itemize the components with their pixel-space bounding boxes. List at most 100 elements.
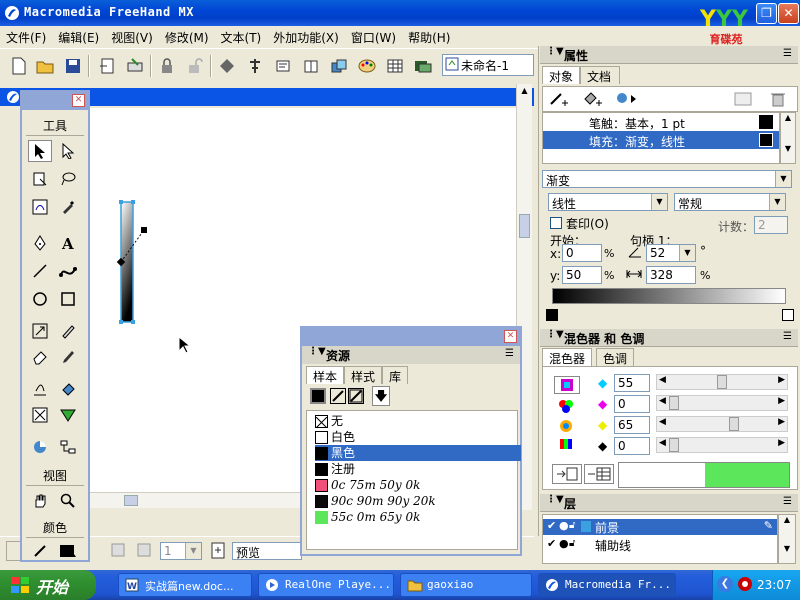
mixer-panel-header[interactable]: ⋮▼ 混色器 和 色调 ☰ <box>540 329 798 347</box>
angle-select[interactable]: 52 ▼ <box>646 244 696 262</box>
panel-collapse-icon[interactable]: ⋮▼ <box>546 46 564 57</box>
brush-tool-icon[interactable] <box>56 346 80 368</box>
scroll-thumb[interactable] <box>519 214 530 238</box>
new-document-icon[interactable] <box>8 55 30 77</box>
layer-color-chip[interactable] <box>581 521 591 532</box>
scroll-up-icon[interactable]: ▲ <box>781 113 795 122</box>
count-field[interactable]: 2 <box>754 216 788 234</box>
add-effect-icon[interactable] <box>615 91 639 110</box>
blend-tool-icon[interactable] <box>28 378 52 400</box>
start-button[interactable]: 开始 <box>0 570 96 600</box>
magenta-field[interactable]: 0 <box>614 395 650 413</box>
cmyk-mode-icon[interactable] <box>554 376 580 394</box>
scale-tool-icon[interactable] <box>28 320 52 342</box>
properties-panel-header[interactable]: ⋮▼ 属性 ☰ <box>540 46 798 64</box>
layer-visible-icon[interactable]: ✔ <box>547 519 556 532</box>
eraser-tool-icon[interactable] <box>28 346 52 368</box>
menu-view[interactable]: 视图(V) <box>105 26 159 46</box>
stroke-color-chip[interactable] <box>759 115 773 129</box>
menu-help[interactable]: 帮助(H) <box>402 26 456 46</box>
bezigon-tool-icon[interactable] <box>56 260 80 282</box>
panel-collapse-icon[interactable]: ⋮▼ <box>546 329 564 340</box>
add-to-table-icon[interactable] <box>584 464 614 484</box>
trash-icon[interactable] <box>769 91 787 110</box>
cyan-slider[interactable]: ◀ ▶ <box>656 374 788 390</box>
stack-icon[interactable] <box>412 55 434 77</box>
fill-type-select[interactable]: 渐变 ▼ <box>542 170 792 188</box>
add-stroke-icon[interactable] <box>549 91 571 110</box>
start-y-field[interactable]: 50 <box>562 266 602 284</box>
document-selector[interactable]: 未命名-1 <box>442 54 534 76</box>
overprint-checkbox[interactable] <box>550 217 562 229</box>
scroll-up-icon[interactable]: ▲ <box>518 86 531 98</box>
duplicate-attribute-icon[interactable] <box>733 91 755 110</box>
eyedropper-tool-icon[interactable] <box>56 196 80 218</box>
system-picker-icon[interactable] <box>554 436 580 454</box>
pointer-tool-icon[interactable] <box>28 140 52 162</box>
hand-tool-icon[interactable] <box>28 490 52 512</box>
menu-xtras[interactable]: 外加功能(X) <box>267 26 345 46</box>
text-editor-icon[interactable] <box>272 55 294 77</box>
add-page-icon[interactable] <box>210 542 226 563</box>
import-icon[interactable] <box>96 55 118 77</box>
taskbar-item-realone[interactable]: RealOne Playe... <box>258 573 394 597</box>
menu-edit[interactable]: 编辑(E) <box>52 26 105 46</box>
perspective-tool-icon[interactable] <box>56 404 80 426</box>
cyan-field[interactable]: 55 <box>614 374 650 392</box>
pen-tool-icon[interactable] <box>28 232 52 254</box>
trace-tool-icon[interactable] <box>28 196 52 218</box>
menu-window[interactable]: 窗口(W) <box>345 26 402 46</box>
line-tool-icon[interactable] <box>28 260 52 282</box>
swatch-arrow-icon[interactable]: 🡇 <box>372 386 390 406</box>
menu-modify[interactable]: 修改(M) <box>159 26 215 46</box>
tools-close-icon[interactable]: ✕ <box>72 94 85 107</box>
scroll-down-icon[interactable]: ▼ <box>779 544 795 553</box>
page-prev-icon[interactable] <box>110 542 126 561</box>
gradient-end-stop[interactable] <box>782 309 794 321</box>
lasso-tool-icon[interactable] <box>56 168 80 190</box>
panel-options-icon[interactable]: ☰ <box>783 48 792 59</box>
table-grid-icon[interactable] <box>384 55 406 77</box>
layer-view-icon[interactable]: ● <box>559 537 569 550</box>
export-icon[interactable] <box>124 55 146 77</box>
panel-collapse-icon[interactable]: ⋮▼ <box>308 346 326 357</box>
unlock-icon[interactable] <box>184 55 206 77</box>
rectangle-tool-icon[interactable] <box>56 288 80 310</box>
page-next-icon[interactable] <box>136 542 152 561</box>
ellipse-tool-icon[interactable] <box>28 288 52 310</box>
tray-expand-icon[interactable]: ❮ <box>717 576 733 592</box>
zoom-tool-icon[interactable] <box>56 490 80 512</box>
panel-options-icon[interactable]: ☰ <box>783 331 792 342</box>
layer-row[interactable]: ✔ ● 🔓︎ 前景 ✎ <box>543 519 777 535</box>
layers-panel-header[interactable]: ⋮▼ 层 ☰ <box>540 494 798 512</box>
gradient-ramp[interactable] <box>552 288 786 304</box>
scroll-down-icon[interactable]: ▼ <box>781 144 795 153</box>
panel-options-icon[interactable]: ☰ <box>505 348 514 359</box>
tab-object[interactable]: 对象 <box>542 66 581 84</box>
layers-scrollbar[interactable]: ▲ ▼ <box>778 514 796 564</box>
tab-library[interactable]: 库 <box>382 366 409 384</box>
text-tool-icon[interactable]: A <box>56 232 80 254</box>
fill-tool-icon[interactable] <box>56 378 80 400</box>
stroke-attribute-row[interactable]: 笔触：基本，1 pt <box>543 113 779 131</box>
panel-collapse-icon[interactable]: ⋮▼ <box>546 494 564 505</box>
black-slider[interactable]: ◀ ▶ <box>656 437 788 453</box>
start-x-field[interactable]: 0 <box>562 244 602 262</box>
menu-text[interactable]: 文本(T) <box>215 26 268 46</box>
add-fill-icon[interactable] <box>583 91 605 110</box>
close-button[interactable]: ✕ <box>778 3 799 24</box>
fill-color-swatch[interactable] <box>56 540 80 562</box>
assets-close-icon[interactable]: ✕ <box>504 330 517 343</box>
attributes-scrollbar[interactable]: ▲ ▼ <box>780 112 796 164</box>
swatch-row-rich-black[interactable]: 90c 90m 90y 20k <box>315 493 521 509</box>
rgb-mode-icon[interactable] <box>554 398 580 416</box>
fill-swatch-mode-icon[interactable] <box>310 388 326 404</box>
both-swatch-mode-icon[interactable] <box>348 388 364 404</box>
swatch-row-black[interactable]: 黑色 <box>315 445 521 461</box>
chart-tool-icon[interactable] <box>28 436 52 458</box>
menu-file[interactable]: 文件(F) <box>0 26 52 46</box>
swatch-row-green[interactable]: 55c 0m 65y 0k <box>315 509 521 525</box>
swatch-row-pink[interactable]: 0c 75m 50y 0k <box>315 477 521 493</box>
tab-swatches[interactable]: 样本 <box>306 366 345 384</box>
layer-view-icon[interactable]: ● <box>559 519 569 532</box>
